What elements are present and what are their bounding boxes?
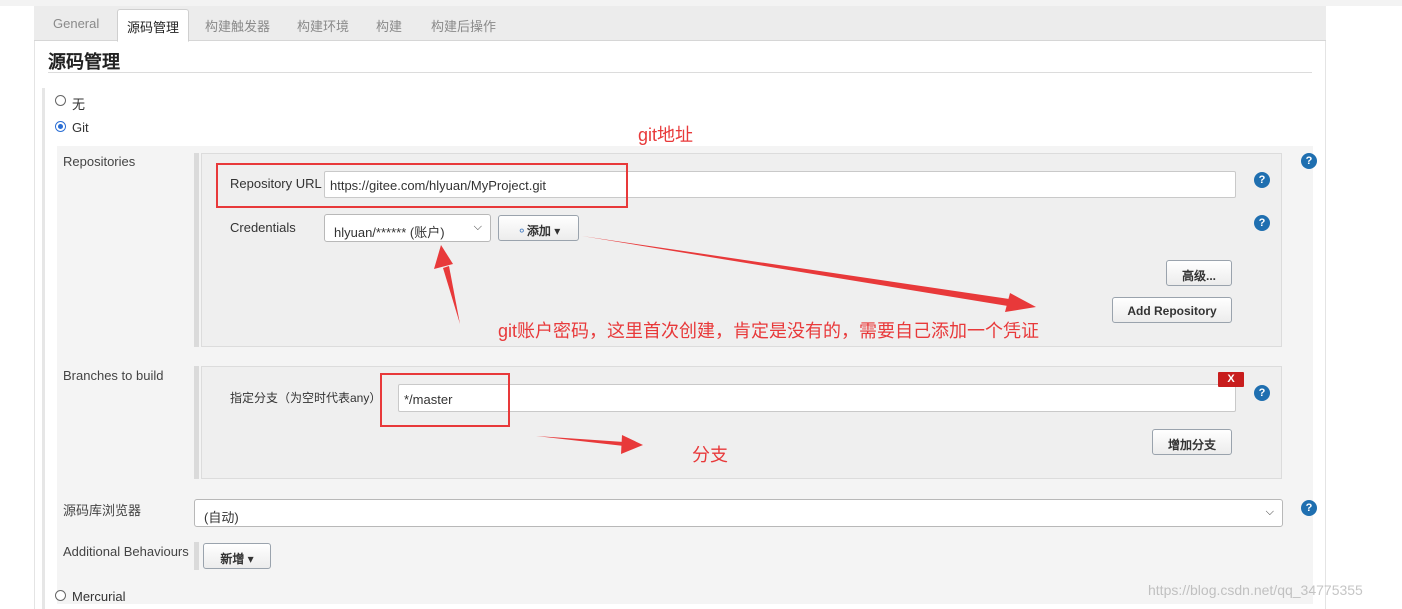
annotation-arrow-head xyxy=(621,435,643,454)
annotation-arrow xyxy=(536,436,624,446)
watermark: https://blog.csdn.net/qq_34775355 xyxy=(1148,582,1363,598)
annotation-arrow-head xyxy=(434,245,453,269)
annotation-arrow xyxy=(582,236,1016,307)
annotation-arrows xyxy=(434,236,1036,454)
annotation-arrow-head xyxy=(1005,293,1036,312)
annotation-arrow xyxy=(443,266,460,324)
